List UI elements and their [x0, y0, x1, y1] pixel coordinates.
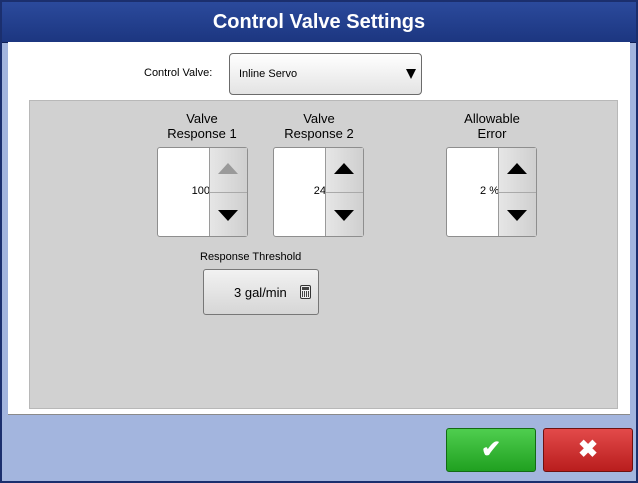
allowable-error-spinner: 2 %	[446, 147, 537, 237]
valve-response-1-label-line2: Response 1	[167, 126, 237, 141]
valve-response-2-stepper	[325, 148, 363, 236]
valve-response-2-label: Valve Response 2	[273, 111, 365, 141]
triangle-up-icon	[507, 163, 527, 174]
valve-response-1-increment-button[interactable]	[210, 148, 247, 193]
valve-response-1-stepper	[209, 148, 247, 236]
cancel-button[interactable]: ✖	[543, 428, 633, 472]
triangle-down-icon	[507, 210, 527, 221]
allowable-error-label-line2: Error	[477, 126, 507, 141]
valve-response-2-increment-button[interactable]	[326, 148, 363, 193]
valve-response-2-label-line1: Valve	[303, 111, 335, 126]
valve-response-1-decrement-button[interactable]	[210, 192, 247, 236]
response-threshold-value: 3 gal/min	[234, 285, 287, 300]
close-icon: ✖	[577, 436, 599, 463]
valve-response-2-spinner: 24	[273, 147, 364, 237]
allowable-error-label: Allowable Error	[446, 111, 538, 141]
valve-response-2-value[interactable]: 24	[274, 185, 326, 197]
allowable-error-increment-button[interactable]	[499, 148, 536, 193]
calculator-icon	[300, 285, 311, 299]
title-bar: Control Valve Settings	[2, 2, 636, 43]
control-valve-select[interactable]: Inline Servo	[229, 53, 422, 95]
dialog-title: Control Valve Settings	[212, 11, 426, 33]
valve-response-2-label-line2: Response 2	[284, 126, 354, 141]
dropdown-arrow-icon	[406, 69, 416, 79]
triangle-up-icon	[218, 163, 238, 174]
allowable-error-label-line1: Allowable	[464, 111, 520, 126]
allowable-error-decrement-button[interactable]	[499, 192, 536, 236]
valve-response-2-decrement-button[interactable]	[326, 192, 363, 236]
allowable-error-value[interactable]: 2 %	[447, 185, 499, 197]
triangle-down-icon	[218, 210, 238, 221]
triangle-down-icon	[334, 210, 354, 221]
valve-response-1-value[interactable]: 100	[158, 185, 210, 197]
response-threshold-button[interactable]: 3 gal/min	[203, 269, 319, 315]
ok-button[interactable]: ✔	[446, 428, 536, 472]
allowable-error-stepper	[498, 148, 536, 236]
valve-response-1-label-line1: Valve	[186, 111, 218, 126]
response-threshold-label: Response Threshold	[200, 251, 302, 263]
triangle-up-icon	[334, 163, 354, 174]
control-valve-value: Inline Servo	[239, 68, 298, 80]
control-valve-label: Control Valve:	[144, 67, 213, 79]
checkmark-icon: ✔	[480, 436, 502, 463]
valve-response-1-label: Valve Response 1	[156, 111, 248, 141]
valve-response-1-spinner: 100	[157, 147, 248, 237]
